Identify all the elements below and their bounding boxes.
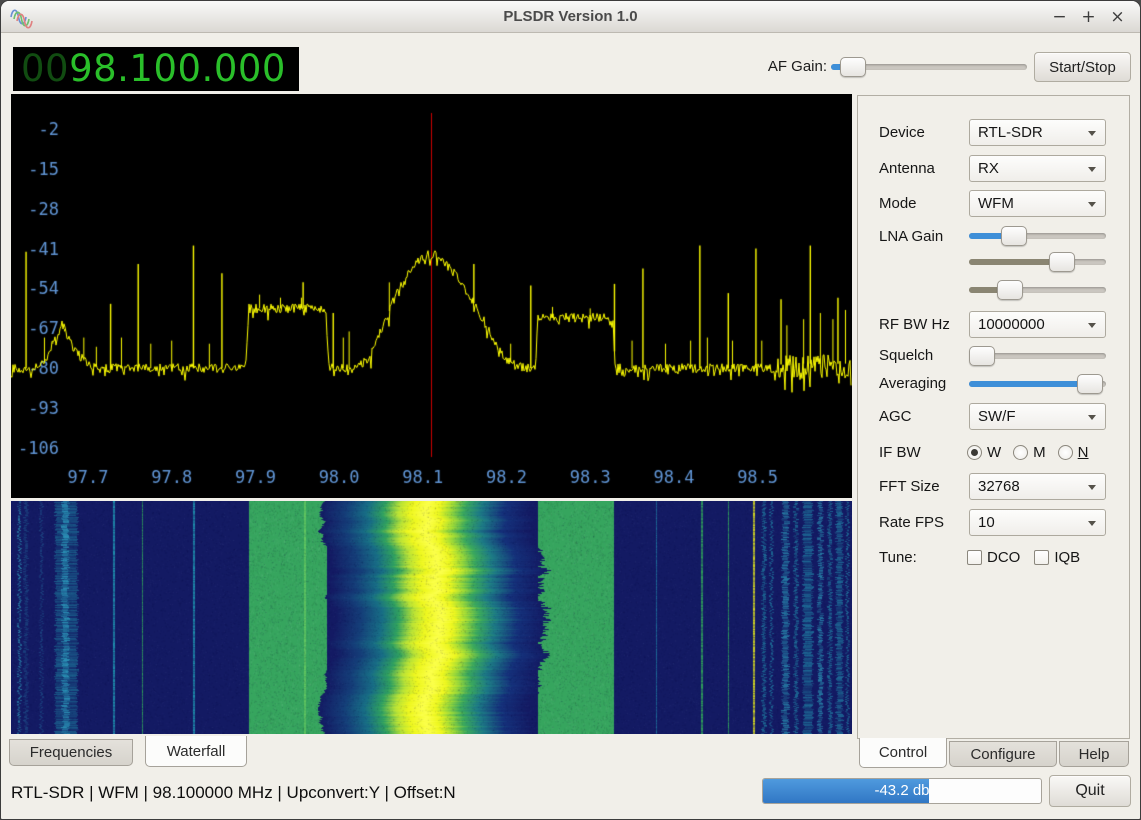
chevron-down-icon <box>1088 415 1096 420</box>
chevron-down-icon <box>1088 131 1096 136</box>
app-window: PLSDR Version 1.0 − + × 0098.100.000 AF … <box>0 0 1141 820</box>
agc-select[interactable]: SW/F <box>969 403 1106 430</box>
tab-control-label: Control <box>879 744 927 761</box>
antenna-label: Antenna <box>879 159 935 179</box>
if-bw-radio-n[interactable] <box>1058 445 1073 460</box>
averaging-slider-fill <box>969 381 1090 387</box>
start-stop-button[interactable]: Start/Stop <box>1034 52 1131 82</box>
iqb-checkbox[interactable] <box>1034 550 1049 565</box>
fft-size-value: 32768 <box>978 478 1020 495</box>
tab-frequencies[interactable]: Frequencies <box>9 739 133 766</box>
maximize-button[interactable]: + <box>1074 7 1103 27</box>
gain3-slider[interactable] <box>969 280 1106 300</box>
tab-help[interactable]: Help <box>1059 741 1129 767</box>
titlebar[interactable]: PLSDR Version 1.0 − + × <box>1 1 1140 33</box>
if-bw-label: IF BW <box>879 443 921 463</box>
mode-label: Mode <box>879 194 917 214</box>
af-gain-slider-handle[interactable] <box>840 57 866 77</box>
gain2-slider-handle[interactable] <box>1049 252 1075 272</box>
agc-label: AGC <box>879 407 912 427</box>
af-gain-slider[interactable] <box>831 57 1027 77</box>
lna-gain-slider[interactable] <box>969 226 1106 246</box>
tab-waterfall[interactable]: Waterfall <box>145 736 247 767</box>
if-bw-radio-w[interactable] <box>967 445 982 460</box>
tune-options: DCO IQB <box>967 549 1094 566</box>
tab-frequencies-label: Frequencies <box>30 744 113 761</box>
signal-meter: -43.2 db -43.2 db <box>762 778 1042 804</box>
frequency-digits: 98.100.000 <box>69 47 286 90</box>
gain3-slider-handle[interactable] <box>997 280 1023 300</box>
chevron-down-icon <box>1088 521 1096 526</box>
device-select[interactable]: RTL-SDR <box>969 119 1106 146</box>
close-button[interactable]: × <box>1103 7 1132 27</box>
averaging-slider[interactable] <box>969 374 1106 394</box>
tab-configure[interactable]: Configure <box>949 741 1057 767</box>
tab-configure-label: Configure <box>970 746 1035 763</box>
spectrum-display[interactable] <box>11 94 852 498</box>
window-title: PLSDR Version 1.0 <box>1 1 1140 32</box>
squelch-slider-handle[interactable] <box>969 346 995 366</box>
if-bw-radio-n-label: N <box>1078 444 1089 461</box>
iqb-checkbox-label: IQB <box>1054 549 1080 566</box>
tab-control[interactable]: Control <box>859 738 947 768</box>
gain2-slider[interactable] <box>969 252 1106 272</box>
chevron-down-icon <box>1088 485 1096 490</box>
signal-meter-fill: -43.2 db <box>763 779 929 803</box>
frequency-display[interactable]: 0098.100.000 <box>13 47 299 91</box>
tab-waterfall-label: Waterfall <box>167 743 226 760</box>
squelch-label: Squelch <box>879 346 933 366</box>
if-bw-radio-m[interactable] <box>1013 445 1028 460</box>
rate-fps-select[interactable]: 10 <box>969 509 1106 536</box>
minimize-button[interactable]: − <box>1045 7 1074 27</box>
lna-gain-slider-handle[interactable] <box>1001 226 1027 246</box>
dco-checkbox-label: DCO <box>987 549 1020 566</box>
rate-fps-value: 10 <box>978 514 995 531</box>
if-bw-radio-w-label: W <box>987 444 1001 461</box>
chevron-down-icon <box>1088 167 1096 172</box>
device-label: Device <box>879 123 925 143</box>
mode-select[interactable]: WFM <box>969 190 1106 217</box>
rf-bw-select[interactable]: 10000000 <box>969 311 1106 338</box>
status-text: RTL-SDR | WFM | 98.100000 MHz | Upconver… <box>11 783 456 803</box>
dco-checkbox[interactable] <box>967 550 982 565</box>
fft-size-select[interactable]: 32768 <box>969 473 1106 500</box>
rf-bw-value: 10000000 <box>978 316 1045 333</box>
tune-label: Tune: <box>879 548 917 568</box>
quit-button[interactable]: Quit <box>1049 775 1131 807</box>
antenna-select[interactable]: RX <box>969 155 1106 182</box>
device-value: RTL-SDR <box>978 124 1043 141</box>
chevron-down-icon <box>1088 202 1096 207</box>
fft-size-label: FFT Size <box>879 477 940 497</box>
agc-value: SW/F <box>978 408 1016 425</box>
if-bw-options: W M N <box>967 444 1101 461</box>
waterfall-display[interactable] <box>11 501 852 734</box>
if-bw-radio-m-label: M <box>1033 444 1046 461</box>
af-gain-label: AF Gain: <box>753 58 827 75</box>
squelch-slider[interactable] <box>969 346 1106 366</box>
lna-gain-label: LNA Gain <box>879 227 943 247</box>
averaging-label: Averaging <box>879 374 946 394</box>
antenna-value: RX <box>978 160 999 177</box>
averaging-slider-handle[interactable] <box>1077 374 1103 394</box>
mode-value: WFM <box>978 195 1014 212</box>
signal-meter-value: -43.2 db <box>763 779 929 803</box>
tab-help-label: Help <box>1079 746 1110 763</box>
rf-bw-label: RF BW Hz <box>879 315 950 335</box>
frequency-dim-digits: 00 <box>21 47 69 90</box>
chevron-down-icon <box>1088 323 1096 328</box>
window-controls: − + × <box>1045 1 1132 32</box>
rate-fps-label: Rate FPS <box>879 513 944 533</box>
